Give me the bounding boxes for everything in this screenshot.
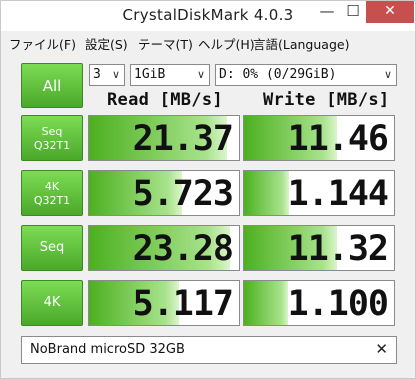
seq-q32t1-write-result: 11.46: [243, 115, 395, 161]
4k-q32t1-read-result: 5.723: [88, 170, 240, 216]
4k-q32t1-button[interactable]: 4K Q32T1: [21, 170, 83, 216]
4k-write-result: 1.100: [243, 280, 395, 326]
write-value: 1.144: [287, 174, 389, 214]
test-label-line2: Q32T1: [33, 194, 71, 207]
read-value: 5.117: [132, 284, 234, 324]
chevron-down-icon: ∨: [383, 68, 392, 81]
4k-read-result: 5.117: [88, 280, 240, 326]
menu-settings[interactable]: 設定(S): [85, 34, 128, 53]
clear-comment-icon[interactable]: ✕: [375, 340, 388, 358]
test-label: Seq: [39, 240, 65, 255]
run-all-button[interactable]: All: [21, 63, 83, 108]
seq-q32t1-read-result: 21.37: [88, 115, 240, 161]
seq-q32t1-button[interactable]: Seq Q32T1: [21, 115, 83, 161]
read-value: 5.723: [132, 174, 234, 214]
read-value: 23.28: [132, 229, 234, 269]
test-size-value: 1GiB: [134, 67, 166, 82]
menu-theme[interactable]: テーマ(T): [138, 34, 193, 53]
test-count-value: 3: [93, 67, 101, 82]
comment-field[interactable]: NoBrand microSD 32GB ✕: [21, 336, 397, 364]
close-button[interactable]: ✕: [366, 1, 414, 23]
menu-language[interactable]: 言語(Language): [253, 34, 349, 53]
menu-help[interactable]: ヘルプ(H): [198, 34, 255, 53]
read-value: 21.37: [132, 119, 234, 159]
test-label-line1: 4K: [44, 180, 60, 193]
test-size-select[interactable]: 1GiB ∨: [130, 64, 210, 86]
maximize-button[interactable]: ☐: [340, 1, 366, 23]
menu-bar: ファイル(F) 設定(S) テーマ(T) ヘルプ(H) 言語(Language): [1, 31, 415, 53]
comment-text: NoBrand microSD 32GB: [30, 342, 185, 357]
4k-button[interactable]: 4K: [21, 280, 83, 326]
write-value: 11.32: [287, 229, 389, 269]
write-column-header: Write [MB/s]: [263, 90, 390, 110]
write-value: 1.100: [287, 284, 389, 324]
drive-select[interactable]: D: 0% (0/29GiB) ∨: [215, 64, 397, 86]
app-window: CrystalDiskMark 4.0.3 — ☐ ✕ ファイル(F) 設定(S…: [0, 0, 416, 379]
seq-write-result: 11.32: [243, 225, 395, 271]
chevron-down-icon: ∨: [111, 68, 120, 81]
minimize-button[interactable]: —: [314, 1, 340, 23]
menu-file[interactable]: ファイル(F): [9, 34, 76, 53]
4k-q32t1-write-result: 1.144: [243, 170, 395, 216]
drive-value: D: 0% (0/29GiB): [219, 67, 337, 82]
write-bar-fill: [244, 171, 289, 215]
seq-button[interactable]: Seq: [21, 225, 83, 271]
test-label-line2: Q32T1: [33, 139, 71, 152]
write-bar-fill: [244, 281, 288, 325]
test-count-select[interactable]: 3 ∨: [89, 64, 125, 86]
test-label-line1: Seq: [41, 125, 63, 138]
seq-read-result: 23.28: [88, 225, 240, 271]
chevron-down-icon: ∨: [196, 68, 205, 81]
title-bar[interactable]: CrystalDiskMark 4.0.3 — ☐ ✕: [1, 1, 415, 31]
test-label: 4K: [43, 295, 61, 310]
write-value: 11.46: [287, 119, 389, 159]
read-column-header: Read [MB/s]: [107, 90, 223, 110]
